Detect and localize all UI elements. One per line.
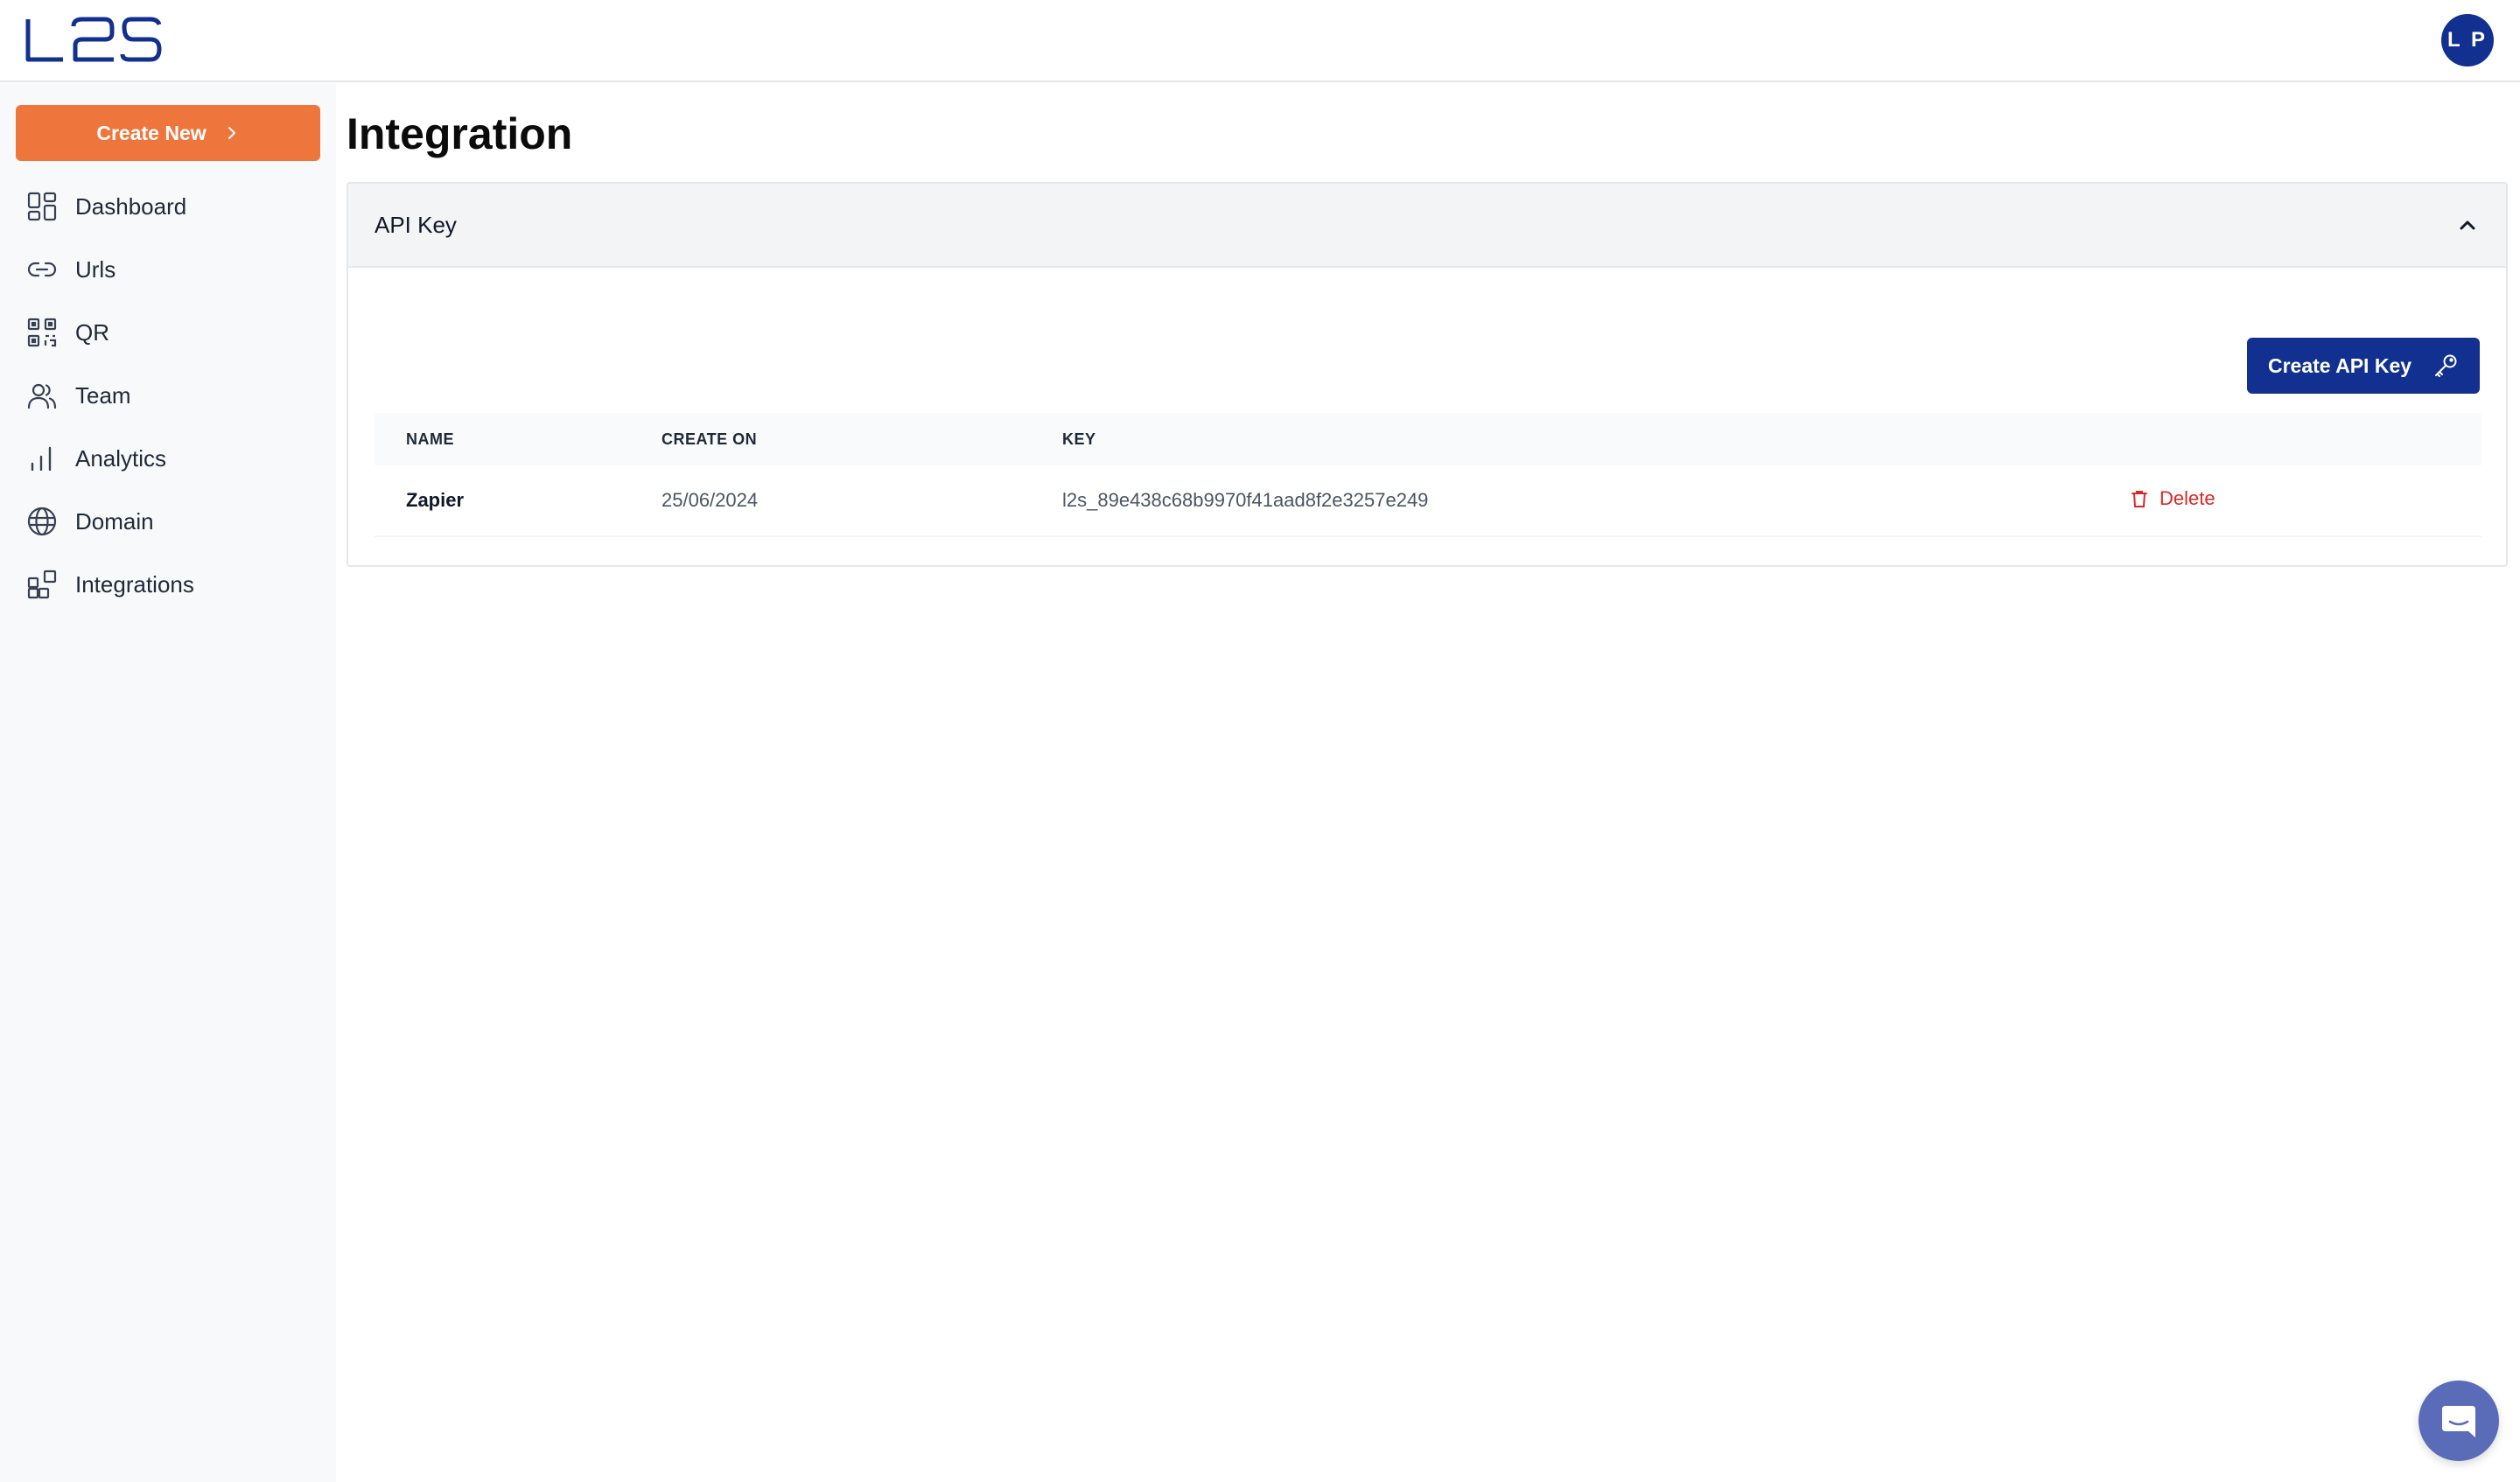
sidebar-item-urls[interactable]: Urls [0,238,336,301]
main-content: Integration API Key Create API Key NAME … [346,84,2511,1482]
globe-icon [26,506,58,537]
api-key-panel-header[interactable]: API Key [348,184,2506,268]
panel-title: API Key [374,211,457,238]
delete-button[interactable]: Delete [2130,487,2216,510]
analytics-icon [26,443,58,474]
sidebar-item-qr[interactable]: QR [0,301,336,364]
column-header-create-on: CREATE ON [662,430,758,448]
sidebar-item-label: Analytics [75,444,167,472]
create-new-label: Create New [96,121,206,144]
column-header-name: NAME [406,430,454,448]
link-icon [26,254,58,285]
row-created-on: 25/06/2024 [662,489,759,511]
sidebar-item-analytics[interactable]: Analytics [0,427,336,490]
key-icon [2435,354,2457,377]
sidebar-item-label: QR [75,318,109,346]
sidebar-item-team[interactable]: Team [0,364,336,427]
row-name: Zapier [406,489,465,511]
user-avatar[interactable]: L P [2441,14,2494,66]
column-header-key: KEY [1062,430,1096,448]
trash-icon [2132,491,2147,507]
api-key-panel: API Key Create API Key NAME CREATE ON KE… [346,182,2508,567]
qr-icon [26,317,58,348]
create-new-button[interactable]: Create New [16,105,320,161]
api-keys-table: NAME CREATE ON KEY Zapier 25/06/2024 l2s… [374,413,2482,537]
team-icon [26,380,58,411]
chat-icon [2442,1406,2475,1437]
integrations-icon [26,569,58,600]
page-title: Integration [346,109,573,158]
row-key: l2s_89e438c68b9970f41aad8f2e3257e249 [1062,489,1429,511]
sidebar: Create New Dashboard Urls QR Team Analyt… [0,84,336,1482]
sidebar-item-label: Integrations [75,570,194,598]
sidebar-item-dashboard[interactable]: Dashboard [0,175,336,238]
chat-launcher-button[interactable] [2418,1381,2499,1461]
sidebar-item-label: Dashboard [75,192,187,220]
sidebar-item-label: Domain [75,507,154,535]
dashboard-icon [26,191,58,222]
create-api-key-button[interactable]: Create API Key [2247,338,2480,394]
sidebar-item-label: Urls [75,255,116,283]
table-header: NAME CREATE ON KEY [374,413,2482,465]
chevron-right-icon [228,127,235,139]
sidebar-item-label: Team [75,381,131,409]
sidebar-nav: Dashboard Urls QR Team Analytics Domain … [0,175,336,616]
delete-label: Delete [2160,487,2216,509]
table-row: Zapier 25/06/2024 l2s_89e438c68b9970f41a… [374,465,2482,537]
create-api-key-label: Create API Key [2267,353,2412,377]
l2s-logo[interactable] [24,16,164,65]
top-bar: L P [0,0,2520,82]
chevron-up-icon[interactable] [2455,213,2480,237]
sidebar-item-domain[interactable]: Domain [0,490,336,553]
sidebar-item-integrations[interactable]: Integrations [0,553,336,616]
